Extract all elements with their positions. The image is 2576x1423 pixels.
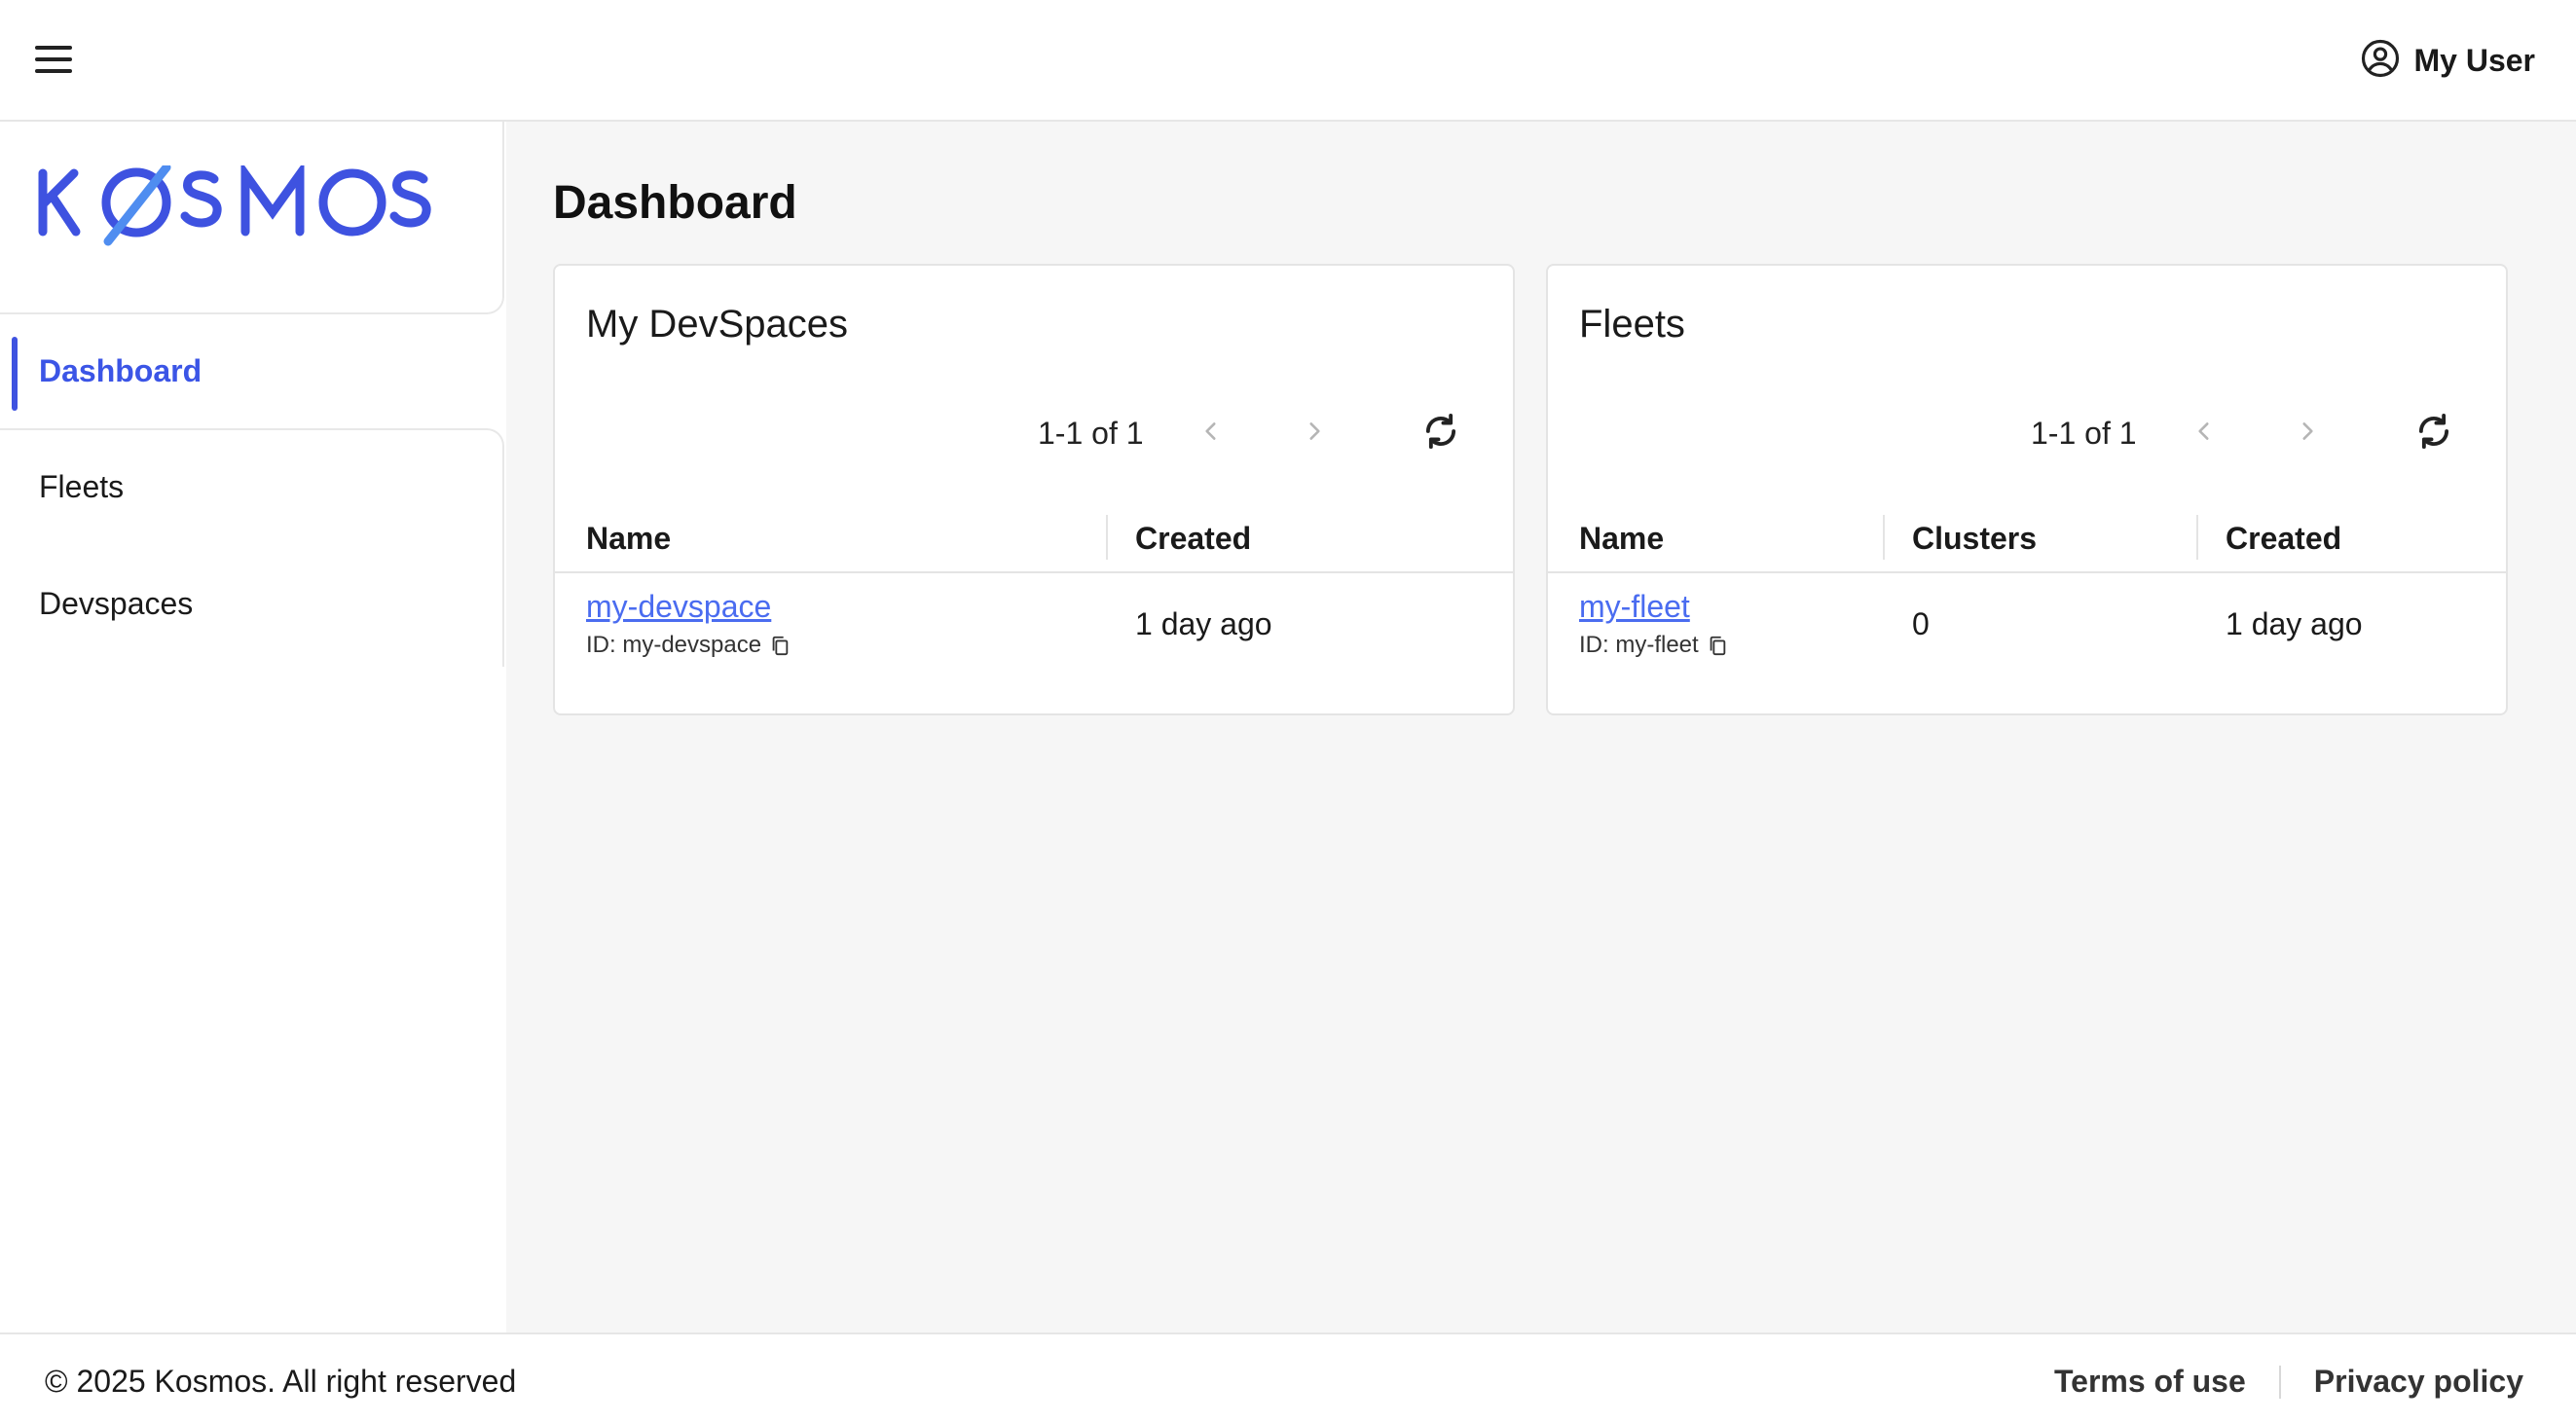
sidebar-item-label: Dashboard <box>39 353 202 388</box>
column-divider <box>1883 515 1885 560</box>
footer-links: Terms of use Privacy policy <box>2054 1364 2523 1400</box>
top-bar: My User <box>0 0 2576 122</box>
fleets-card: Fleets 1-1 of 1 Name Clusters Created my… <box>1546 264 2508 715</box>
devspace-name-link[interactable]: my-devspace <box>586 589 771 625</box>
pagination: 1-1 of 1 <box>1548 404 2506 458</box>
sidebar-item-fleets[interactable]: Fleets <box>39 469 124 505</box>
terms-of-use-link[interactable]: Terms of use <box>2054 1364 2246 1400</box>
table-row: my-fleet ID: my-fleet 0 1 day ago <box>1548 575 2506 682</box>
column-divider <box>1106 515 1108 560</box>
sidebar-nav-group: Fleets Devspaces <box>0 428 504 667</box>
active-indicator <box>12 337 18 411</box>
copy-icon[interactable] <box>1707 635 1728 656</box>
footer: © 2025 Kosmos. All right reserved Terms … <box>0 1332 2576 1423</box>
column-header-name[interactable]: Name <box>586 521 671 557</box>
fleet-id: ID: my-fleet <box>1579 632 1728 659</box>
sidebar-item-devspaces[interactable]: Devspaces <box>39 586 193 622</box>
column-header-clusters[interactable]: Clusters <box>1912 521 2037 557</box>
refresh-icon[interactable] <box>2412 410 2455 453</box>
table-header: Name Created <box>555 503 1513 573</box>
account-circle-icon <box>2360 38 2401 84</box>
logo-card <box>0 122 504 314</box>
column-header-created[interactable]: Created <box>2226 521 2341 557</box>
column-header-created[interactable]: Created <box>1135 521 1251 557</box>
hamburger-menu-icon[interactable] <box>33 43 74 76</box>
table-row: my-devspace ID: my-devspace 1 day ago <box>555 575 1513 682</box>
column-header-name[interactable]: Name <box>1579 521 1664 557</box>
fleet-clusters: 0 <box>1912 606 1930 641</box>
devspace-created: 1 day ago <box>1135 606 1272 641</box>
column-divider <box>2196 515 2198 560</box>
chevron-right-icon[interactable] <box>1293 410 1336 453</box>
sidebar: Dashboard Fleets Devspaces <box>0 122 504 1332</box>
chevron-left-icon[interactable] <box>2183 410 2226 453</box>
user-menu-button[interactable]: My User <box>2360 35 2536 86</box>
card-title: My DevSpaces <box>586 303 848 346</box>
card-title: Fleets <box>1579 303 1685 346</box>
devspace-id: ID: my-devspace <box>586 632 791 659</box>
table-header: Name Clusters Created <box>1548 503 2506 573</box>
page-title: Dashboard <box>553 177 797 229</box>
kosmos-logo[interactable] <box>37 161 432 254</box>
footer-divider <box>2278 1365 2281 1399</box>
fleet-created: 1 day ago <box>2226 606 2363 641</box>
chevron-left-icon[interactable] <box>1190 410 1233 453</box>
devspaces-card: My DevSpaces 1-1 of 1 Name Created my-de… <box>553 264 1515 715</box>
devspace-id-text: ID: my-devspace <box>586 632 762 658</box>
pagination-count: 1-1 of 1 <box>2031 416 2137 451</box>
fleet-id-text: ID: my-fleet <box>1579 632 1699 658</box>
pagination-count: 1-1 of 1 <box>1038 416 1144 451</box>
privacy-policy-link[interactable]: Privacy policy <box>2314 1364 2523 1400</box>
chevron-right-icon[interactable] <box>2286 410 2329 453</box>
copyright-text: © 2025 Kosmos. All right reserved <box>45 1364 517 1399</box>
app-root: My User Dashboard Fleets Devspaces Dashb… <box>0 0 2576 1423</box>
copy-icon[interactable] <box>769 635 791 656</box>
sidebar-item-dashboard[interactable]: Dashboard <box>0 314 504 431</box>
refresh-icon[interactable] <box>1419 410 1462 453</box>
user-name: My User <box>2413 42 2536 78</box>
pagination: 1-1 of 1 <box>555 404 1513 458</box>
fleet-name-link[interactable]: my-fleet <box>1579 589 1690 625</box>
main-content: Dashboard My DevSpaces 1-1 of 1 Name Cre… <box>506 122 2576 1332</box>
